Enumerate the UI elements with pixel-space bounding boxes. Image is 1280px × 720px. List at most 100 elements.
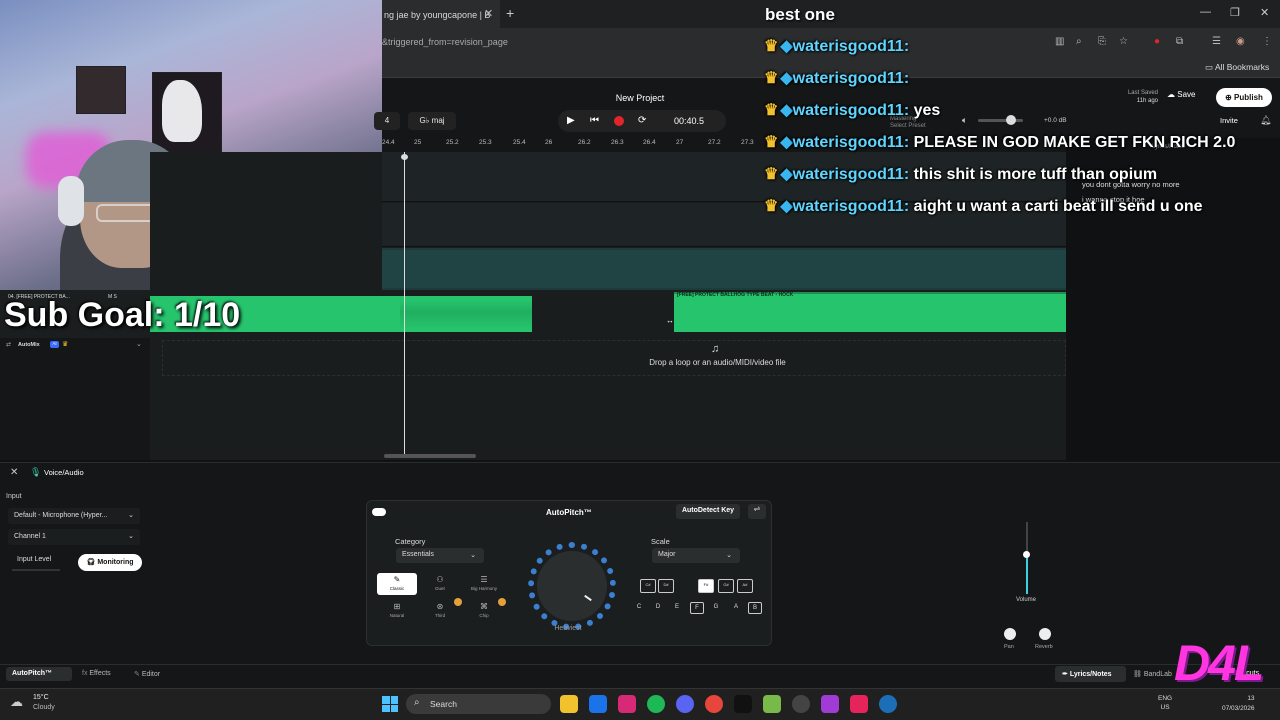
preset-classic[interactable]: ✎ Classic [377,573,417,595]
loop-icon[interactable]: ⟳ [638,115,646,126]
tab-editor-label: Editor [141,671,161,678]
key-selector[interactable]: G♭ maj [408,112,456,130]
weather-description[interactable]: Cloudy [33,704,55,711]
playhead[interactable] [404,152,405,458]
category-select[interactable]: Essentials ⌄ [396,548,484,563]
discord-icon[interactable] [676,695,694,713]
input-device-select[interactable]: Default - Microphone (Hyper... ⌄ [8,508,140,524]
tab-effects[interactable]: fx Effects [82,670,111,677]
install-icon[interactable]: ⎘ [1098,36,1106,47]
note-button[interactable]: A [729,602,743,614]
cloud-icon[interactable]: ☁ [10,694,23,710]
crown-icon: ♛ [764,166,779,183]
note-button[interactable]: C [632,602,646,614]
headphones-icon: 🎧︎ [86,559,98,566]
save-button[interactable]: ☁ Save [1167,90,1195,99]
tab-bandlab[interactable]: ⛓ BandLab [1133,670,1172,678]
autodetect-key-button[interactable]: AutoDetect Key [676,504,740,519]
note-button[interactable]: D [651,602,665,614]
volume-thumb[interactable] [1023,551,1030,558]
project-title[interactable]: New Project [600,93,680,103]
windows-start-icon[interactable] [382,696,398,712]
app-icon[interactable] [821,695,839,713]
chord-label: G# [723,582,729,587]
note-button[interactable]: E [670,602,684,614]
media-icon[interactable]: ☰ [1212,36,1221,47]
chord-button[interactable]: G# [718,579,734,593]
resize-handle-icon[interactable]: ↔ [666,316,674,325]
record-button[interactable] [614,116,624,126]
chord-button[interactable]: F# [698,579,714,593]
steam-icon[interactable] [879,695,897,713]
obs-icon[interactable] [792,695,810,713]
tab-lyrics[interactable]: ✒ Lyrics/Notes [1055,666,1126,682]
harmony-icon: ☰ [480,575,488,584]
close-window-icon[interactable]: ✕ [1260,6,1269,19]
instagram-icon[interactable] [618,695,636,713]
app-icon[interactable] [850,695,868,713]
profile-icon[interactable]: ◉ [1236,36,1245,47]
preset-natural[interactable]: ⊞ Natural [377,600,417,622]
torrent-icon[interactable] [763,695,781,713]
playhead-handle[interactable] [401,154,408,160]
menu-icon[interactable]: ⋮ [1262,36,1272,47]
spotify-icon[interactable] [647,695,665,713]
taskbar-search[interactable]: Search [406,694,551,714]
zoom-icon[interactable]: ⌕ [1076,36,1082,47]
system-clock[interactable]: 13 07/03/2026 [1222,694,1255,714]
audio-clip[interactable] [382,250,1066,288]
url-text[interactable]: &triggered_from=revision_page [382,37,508,47]
tab-editor[interactable]: ✎ Editor [134,670,160,678]
pitch-strength-knob[interactable] [537,551,607,621]
preset-big-harmony[interactable]: ☰ Big Harmony [464,573,504,595]
speaker-icon[interactable]: 🔈︎ [962,115,967,126]
bell-icon[interactable]: 🔔︎ [1260,115,1271,126]
invite-button[interactable]: Invite [1220,116,1238,125]
file-explorer-icon[interactable] [560,695,578,713]
rewind-icon[interactable]: ⏮ [590,115,599,126]
monitoring-button[interactable]: 🎧︎ Monitoring [78,554,142,571]
input-channel-select[interactable]: Channel 1 ⌄ [8,529,140,545]
master-volume-slider[interactable] [978,119,1023,122]
audio-clip[interactable] [674,292,1066,332]
weather-temperature[interactable]: 15°C [33,694,49,701]
reader-icon[interactable]: ▥ [1055,36,1064,47]
minimize-icon[interactable]: — [1200,6,1211,18]
language-indicator[interactable]: ENG US [1158,694,1172,712]
tab-close-icon[interactable]: ✕ [484,7,493,20]
sliders-icon[interactable]: ⇌ [748,504,766,519]
daw-icon[interactable] [734,695,752,713]
note-button[interactable]: G [709,602,723,614]
horizontal-scrollbar[interactable] [384,454,476,458]
bar-counter[interactable]: 4 [374,112,400,130]
play-icon[interactable]: ▶ [567,115,575,126]
extension-icon[interactable]: ● [1154,36,1160,47]
chat-message: ♛ ◆waterisgood11: this shit is more tuff … [764,164,1157,184]
maximize-icon[interactable]: ❐ [1230,6,1240,19]
scale-select[interactable]: Major ⌄ [652,548,740,563]
star-icon[interactable]: ☆ [1119,36,1128,47]
publish-button[interactable]: ⊕ Publish [1216,88,1272,107]
master-volume-thumb[interactable] [1006,115,1016,125]
chevron-down-icon: ⌄ [726,552,732,559]
extensions-icon[interactable]: ⧉ [1176,36,1183,47]
language-code: ENG [1158,695,1173,702]
note-button[interactable]: F [690,602,704,614]
chord-button[interactable]: A# [737,579,753,593]
browser-tab[interactable]: ng jae by youngcapone | B [382,0,500,28]
tab-autopitch[interactable]: AutoPitch™ [6,667,72,681]
pan-knob[interactable] [1004,628,1016,640]
note-button[interactable]: B [748,602,762,614]
autopitch-toggle[interactable] [372,508,386,516]
chord-button[interactable]: D# [658,579,674,593]
new-tab-icon[interactable]: + [506,5,514,21]
chord-button[interactable]: C# [640,579,656,593]
store-icon[interactable] [589,695,607,713]
reverb-knob[interactable] [1039,628,1051,640]
chat-message: ♛ ◆waterisgood11: aight u want a carti be… [764,196,1203,216]
chevron-down-icon[interactable]: ⌄ [136,340,142,348]
chrome-icon[interactable] [705,695,723,713]
close-icon[interactable]: ✕ [10,467,18,478]
all-bookmarks-link[interactable]: ▭ All Bookmarks [1205,62,1269,73]
preset-duet[interactable]: ⚇ Duet [420,573,460,595]
